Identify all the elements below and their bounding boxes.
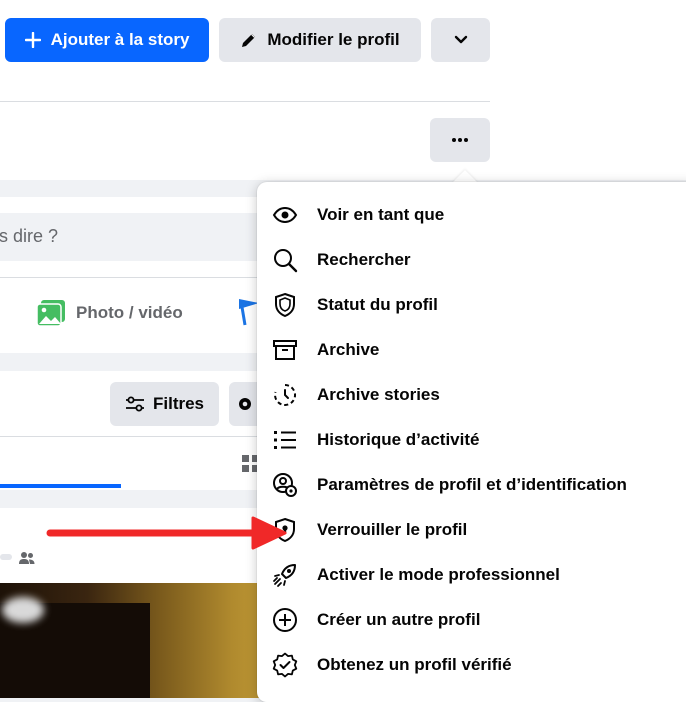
chevron-down-icon	[454, 35, 467, 44]
menu-item-label: Activer le mode professionnel	[317, 564, 560, 584]
more-dropdown-button[interactable]	[431, 18, 490, 62]
header-divider	[0, 101, 490, 102]
list-view-tab-indicator	[0, 484, 121, 488]
menu-item-create-profile[interactable]: Créer un autre profil	[271, 597, 686, 642]
archive-icon	[271, 336, 299, 364]
composer-placeholder: s dire ?	[0, 226, 59, 246]
menu-item-activity-log[interactable]: Historique d’activité	[271, 417, 686, 462]
verified-badge-icon	[271, 651, 299, 679]
filters-button[interactable]: Filtres	[110, 382, 219, 426]
menu-item-archive[interactable]: Archive	[271, 327, 686, 372]
menu-item-label: Verrouiller le profil	[317, 519, 468, 539]
menu-item-label: Créer un autre profil	[317, 609, 481, 629]
menu-item-label: Statut du profil	[317, 294, 438, 314]
annotation-arrow	[46, 516, 287, 550]
post-photo	[0, 583, 290, 698]
composer-input[interactable]: s dire ?	[0, 213, 290, 261]
menu-item-profile-status[interactable]: Statut du profil	[271, 282, 686, 327]
menu-item-search[interactable]: Rechercher	[271, 237, 686, 282]
composer-divider	[0, 277, 290, 278]
plus-icon	[24, 32, 41, 48]
eye-icon	[271, 201, 299, 229]
menu-item-label: Archive	[317, 339, 380, 359]
photo-icon	[36, 300, 65, 327]
shield-icon	[271, 291, 299, 319]
sliders-icon	[125, 396, 144, 412]
menu-item-lock-profile[interactable]: Verrouiller le profil	[271, 507, 686, 552]
menu-item-label: Obtenez un profil vérifié	[317, 654, 512, 674]
more-dots-icon	[452, 138, 468, 142]
add-story-button[interactable]: Ajouter à la story	[5, 18, 209, 62]
menu-item-verified-profile[interactable]: Obtenez un profil vérifié	[271, 642, 686, 687]
photo-video-label: Photo / vidéo	[76, 303, 183, 322]
menu-item-profile-settings[interactable]: Paramètres de profil et d’identification	[271, 462, 686, 507]
gear-icon	[238, 398, 251, 410]
edit-profile-label: Modifier le profil	[267, 30, 400, 49]
menu-item-label: Rechercher	[317, 249, 411, 269]
filters-label: Filtres	[152, 394, 205, 413]
profile-options-menu: Voir en tant que Rechercher Statut du pr…	[257, 182, 686, 702]
menu-item-label: Archive stories	[317, 384, 440, 404]
rocket-icon	[271, 561, 299, 589]
posts-card: Filtres	[0, 371, 290, 490]
photo-video-button[interactable]: Photo / vidéo	[36, 297, 183, 329]
edit-profile-button[interactable]: Modifier le profil	[219, 18, 421, 62]
more-options-button[interactable]	[430, 118, 490, 162]
profile-settings-icon	[271, 471, 299, 499]
clock-history-icon	[271, 381, 299, 409]
menu-item-label: Paramètres de profil et d’identification	[317, 474, 627, 494]
menu-item-professional-mode[interactable]: Activer le mode professionnel	[271, 552, 686, 597]
add-story-label: Ajouter à la story	[50, 30, 190, 49]
pencil-icon	[242, 34, 256, 47]
list-icon	[271, 426, 299, 454]
menu-item-label: Historique d’activité	[317, 429, 480, 449]
plus-circle-icon	[271, 606, 299, 634]
menu-item-label: Voir en tant que	[317, 204, 445, 224]
friends-audience-icon	[19, 552, 35, 564]
search-icon	[271, 246, 299, 274]
composer-card: s dire ? Photo / vidéo	[0, 197, 290, 353]
menu-item-story-archive[interactable]: Archive stories	[271, 372, 686, 417]
posts-divider	[0, 436, 290, 437]
post-photo-blur-blob	[2, 597, 44, 623]
profile-header: Ajouter à la story Modifier le profil	[0, 0, 686, 180]
post-meta-dot	[0, 554, 12, 560]
menu-item-view-as[interactable]: Voir en tant que	[271, 192, 686, 237]
